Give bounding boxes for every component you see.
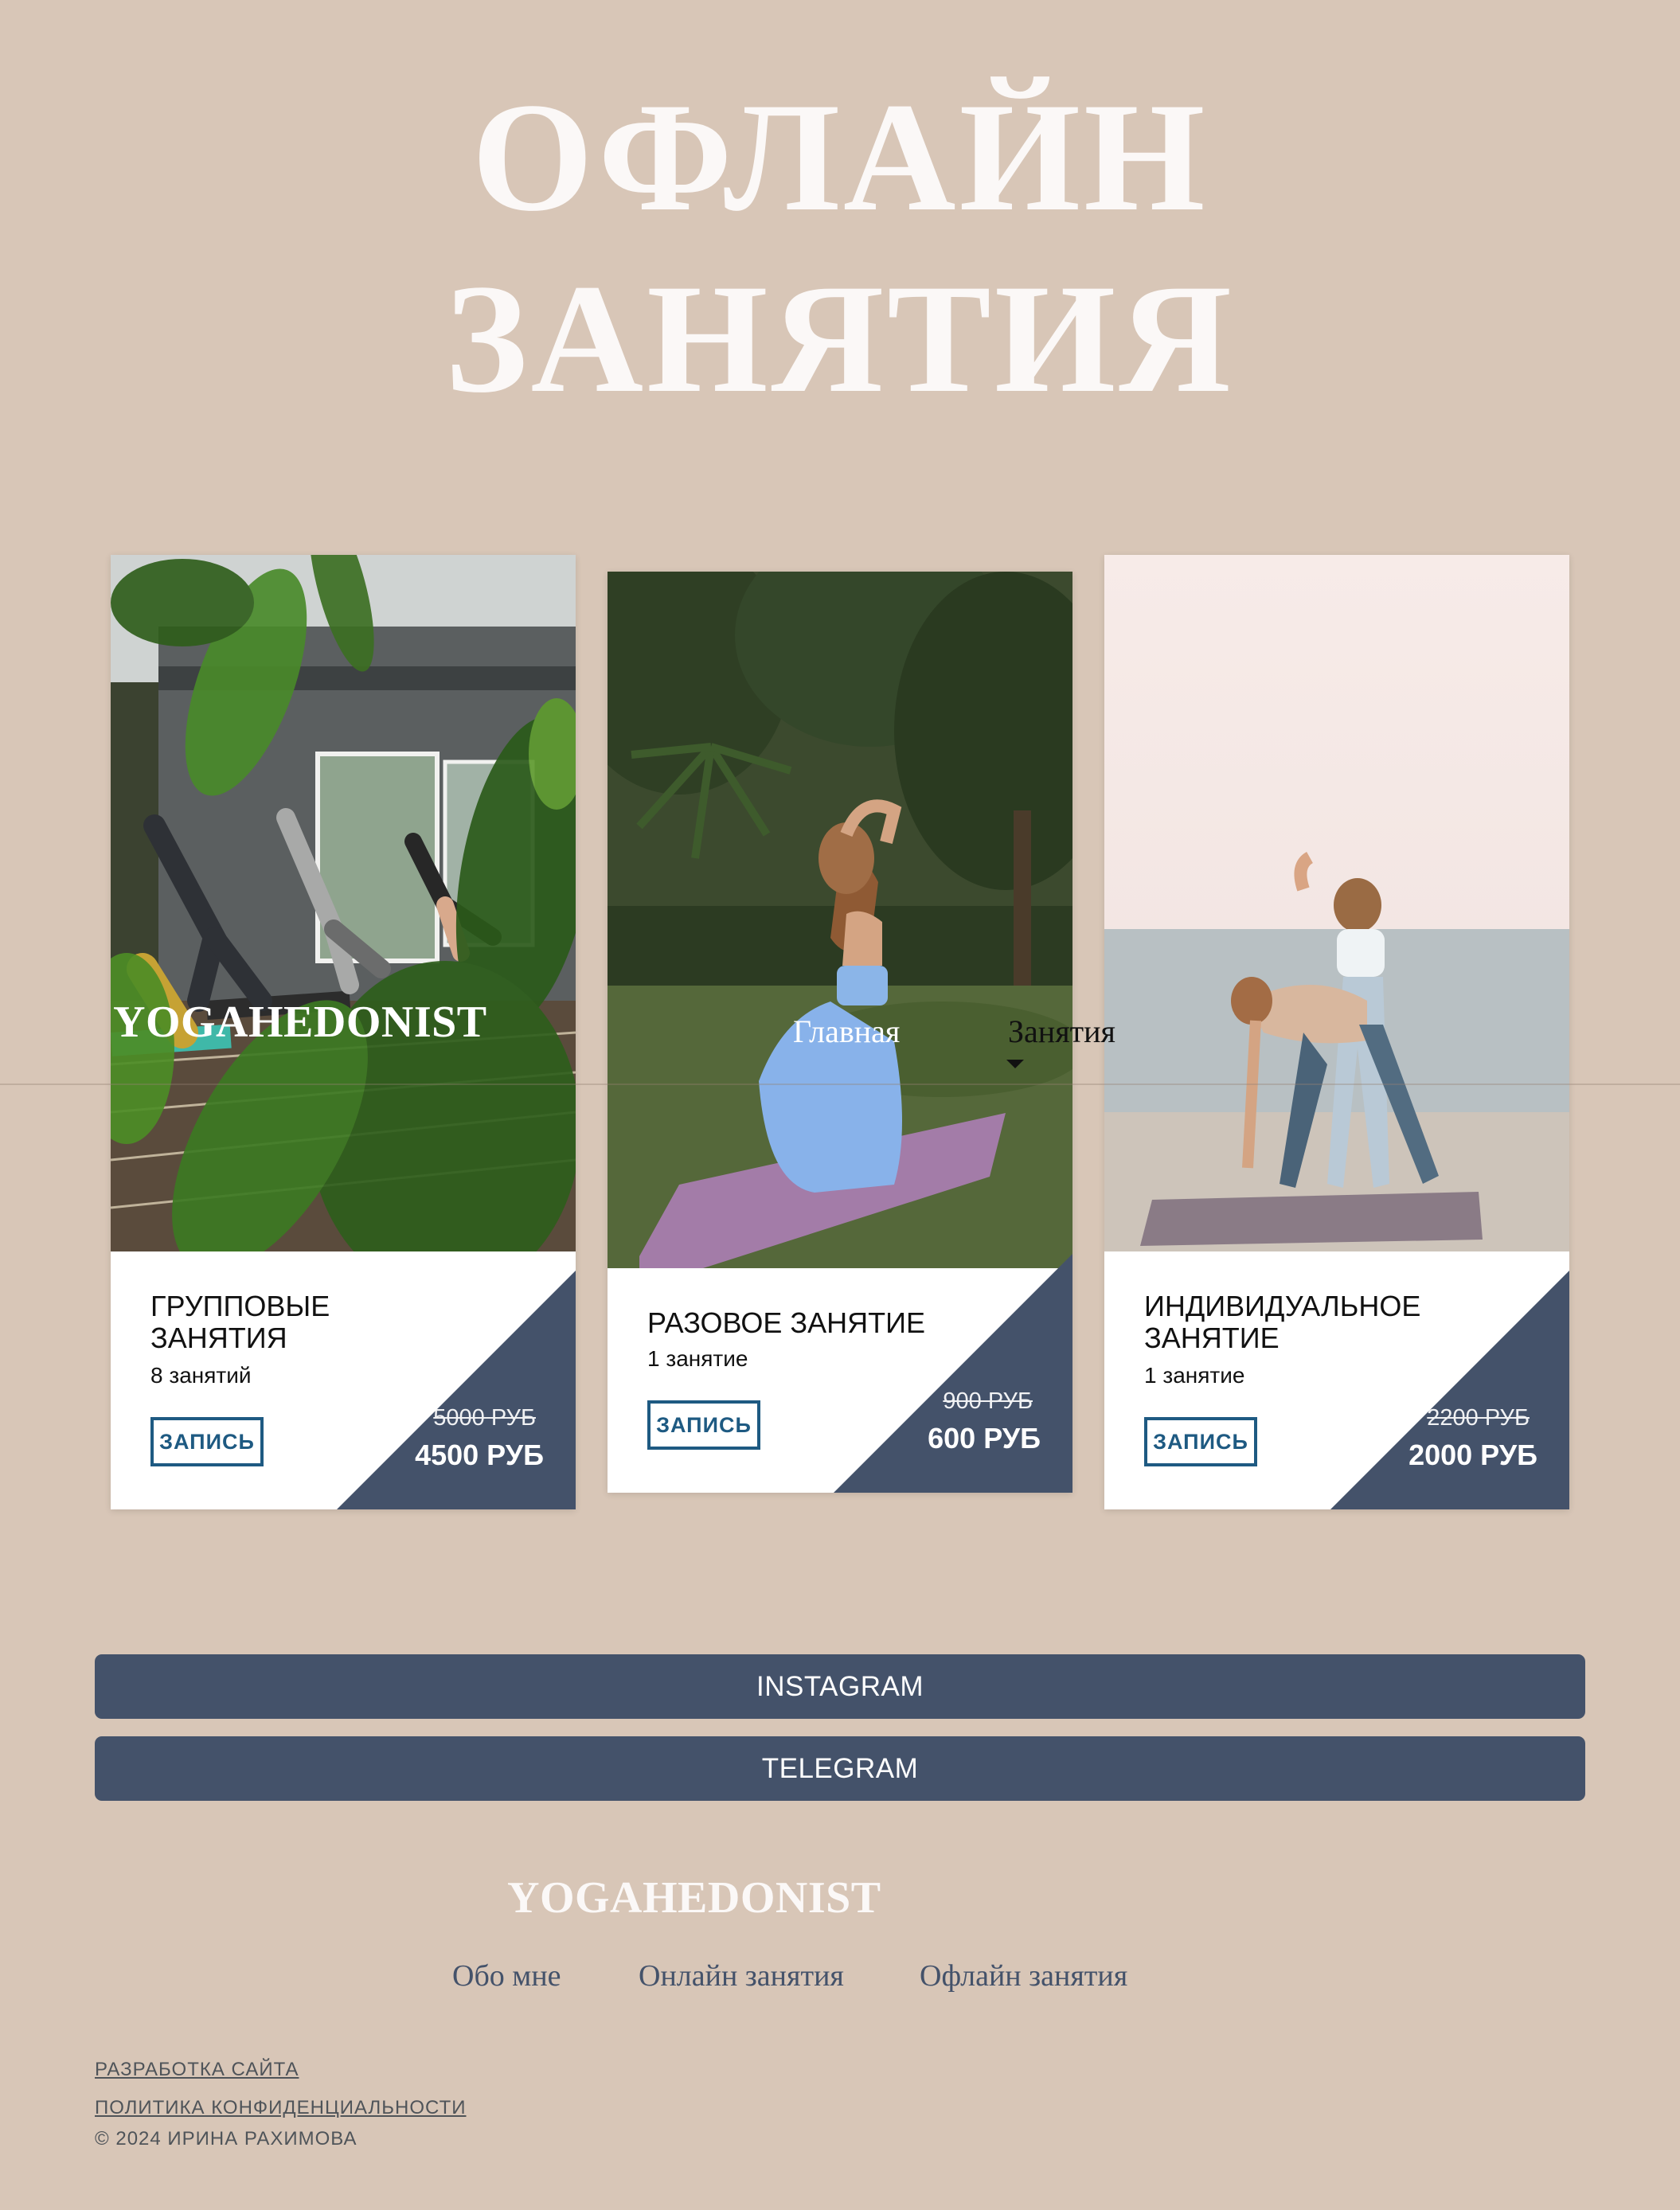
nav-home-link[interactable]: Главная — [793, 1013, 900, 1050]
footer-logo[interactable]: YOGAHEDONIST — [507, 1872, 881, 1923]
card-subtitle: 1 занятие — [647, 1346, 748, 1371]
group-yoga-image — [111, 555, 576, 1251]
footer-nav-about[interactable]: Обо мне — [452, 1958, 561, 1993]
page-title: ОФЛАЙН ЗАНЯТИЯ — [0, 67, 1680, 430]
footer-nav-offline[interactable]: Офлайн занятия — [920, 1958, 1127, 1993]
group-yoga-photo — [111, 555, 576, 1251]
header-logo[interactable]: YOGAHEDONIST — [113, 997, 487, 1048]
current-price: 4500 РУБ — [415, 1439, 544, 1471]
footer-nav-online[interactable]: Онлайн занятия — [639, 1958, 844, 1993]
site-development-link[interactable]: РАЗРАБОТКА САЙТА — [95, 2059, 299, 2081]
card-subtitle: 8 занятий — [150, 1363, 252, 1388]
card-title-line-2: ЗАНЯТИЕ — [1144, 1322, 1280, 1354]
card-subtitle: 1 занятие — [1144, 1363, 1245, 1388]
individual-yoga-photo — [1104, 555, 1569, 1251]
signup-button[interactable]: ЗАПИСЬ — [647, 1400, 760, 1450]
card-title: РАЗОВОЕ ЗАНЯТИЕ — [647, 1306, 926, 1339]
card-title-line-1: ГРУППОВЫЕ — [150, 1290, 330, 1322]
single-yoga-image — [608, 572, 1072, 1268]
nav-classes-link[interactable]: Занятия — [1008, 1013, 1115, 1050]
signup-button[interactable]: ЗАПИСЬ — [1144, 1417, 1257, 1466]
price-background — [834, 1254, 1072, 1493]
card-title-line-1: ИНДИВИДУАЛЬНОЕ — [1144, 1290, 1421, 1322]
card-title: ИНДИВИДУАЛЬНОЕ ЗАНЯТИЕ — [1144, 1290, 1420, 1354]
copyright: © 2024 ИРИНА РАХИМОВА — [95, 2128, 357, 2149]
card-title: ГРУППОВЫЕ ЗАНЯТИЯ — [150, 1290, 330, 1354]
product-card-individual: ИНДИВИДУАЛЬНОЕ ЗАНЯТИЕ 1 занятие ЗАПИСЬ … — [1104, 555, 1569, 1509]
single-yoga-photo — [608, 572, 1072, 1268]
individual-yoga-image — [1104, 555, 1569, 1251]
current-price: 600 РУБ — [928, 1422, 1041, 1454]
old-price: 900 РУБ — [943, 1388, 1033, 1414]
current-price: 2000 РУБ — [1408, 1439, 1537, 1471]
chevron-down-icon[interactable] — [1006, 1060, 1024, 1068]
header-divider — [0, 1084, 1680, 1085]
page-title-line-2: ЗАНЯТИЯ — [445, 252, 1235, 425]
page-title-line-1: ОФЛАЙН — [471, 71, 1209, 244]
instagram-button[interactable]: INSTAGRAM — [95, 1654, 1585, 1719]
price-background — [337, 1271, 576, 1509]
signup-button[interactable]: ЗАПИСЬ — [150, 1417, 264, 1466]
privacy-policy-link[interactable]: ПОЛИТИКА КОНФИДЕНЦИАЛЬНОСТИ — [95, 2097, 467, 2119]
old-price: 5000 РУБ — [433, 1405, 536, 1431]
telegram-button[interactable]: TELEGRAM — [95, 1736, 1585, 1801]
old-price: 2200 РУБ — [1427, 1405, 1530, 1431]
card-title-line-2: ЗАНЯТИЯ — [150, 1322, 287, 1354]
